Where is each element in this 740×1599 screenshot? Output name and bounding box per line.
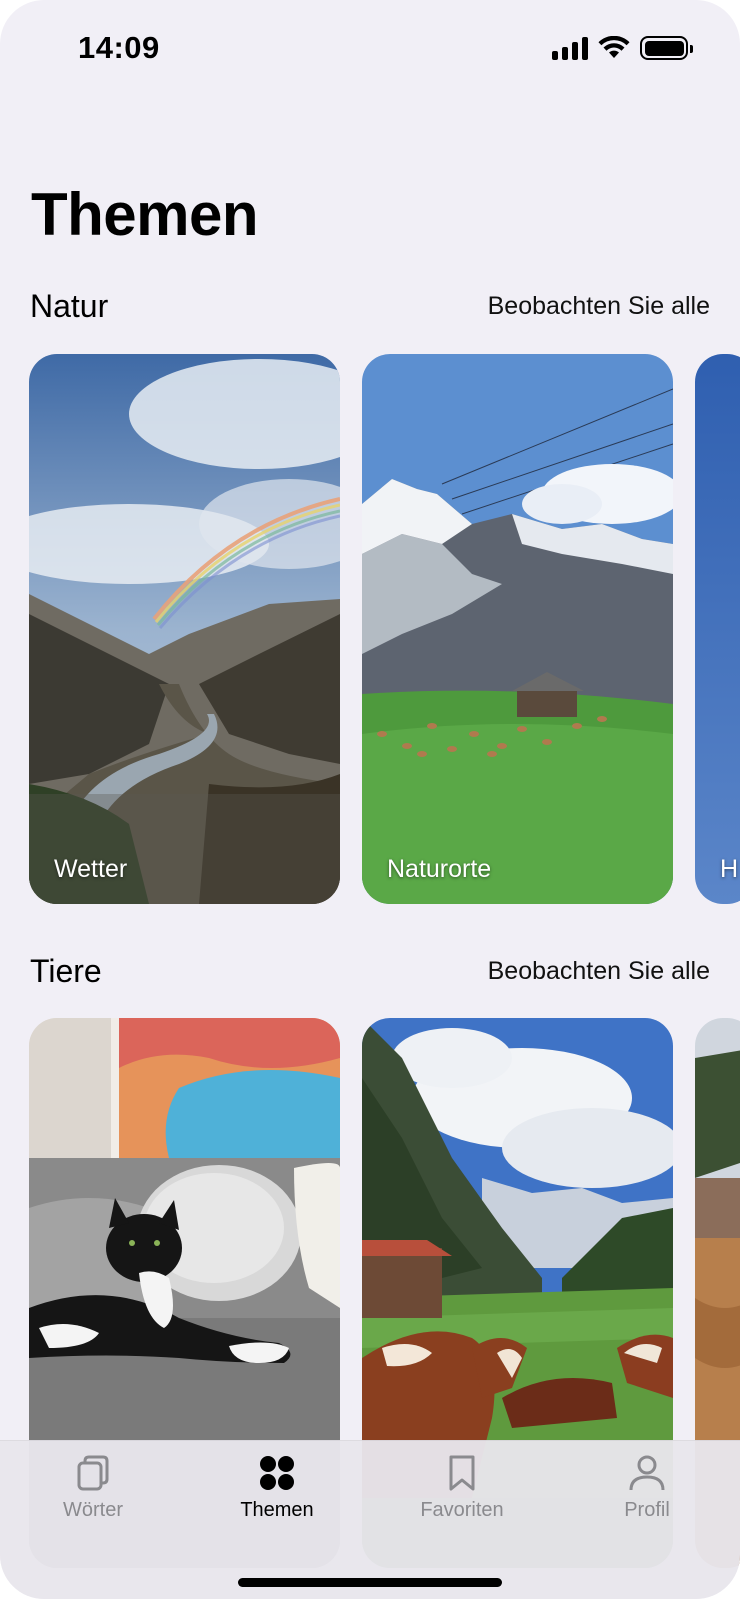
tab-favoriten[interactable]: Favoriten	[387, 1453, 537, 1522]
app-screen: 14:09 Themen Natur Beobachten Sie alle W…	[0, 0, 740, 1599]
card-label: Naturorte	[387, 855, 492, 883]
tab-themen[interactable]: Themen	[202, 1453, 352, 1522]
bookmark-icon	[449, 1455, 475, 1491]
tab-bar: Wörter Themen Favoriten Profil	[0, 1440, 740, 1599]
partial-blue-image	[695, 354, 740, 904]
status-time: 14:09	[78, 30, 160, 65]
person-icon	[629, 1455, 665, 1491]
tab-label: Profil	[624, 1499, 670, 1521]
battery-icon	[640, 36, 693, 60]
card-label: Wetter	[54, 855, 128, 883]
tab-label: Themen	[240, 1499, 314, 1521]
wifi-icon	[598, 36, 630, 58]
see-all-tiere-link[interactable]: Beobachten Sie alle	[488, 957, 710, 986]
alpine-meadow-image	[362, 354, 673, 904]
section-title-tiere: Tiere	[30, 953, 102, 989]
status-icons	[552, 34, 693, 62]
see-all-natur-link[interactable]: Beobachten Sie alle	[488, 292, 710, 321]
rainbow-valley-image	[29, 354, 340, 904]
tab-label: Favoriten	[420, 1499, 504, 1521]
card-label: H	[720, 855, 739, 883]
home-indicator	[238, 1578, 502, 1587]
grid-icon	[260, 1456, 294, 1490]
topic-card-partial[interactable]: H	[695, 354, 740, 904]
topic-card-naturorte[interactable]: Naturorte	[362, 354, 673, 904]
tab-woerter[interactable]: Wörter	[18, 1453, 168, 1522]
cellular-signal-icon	[552, 36, 588, 60]
topic-card-wetter[interactable]: Wetter	[29, 354, 340, 904]
tab-label: Wörter	[63, 1499, 123, 1521]
cards-icon	[77, 1455, 109, 1491]
tab-profil[interactable]: Profil	[572, 1453, 722, 1522]
section-title-natur: Natur	[30, 288, 109, 324]
page-title: Themen	[31, 181, 259, 248]
